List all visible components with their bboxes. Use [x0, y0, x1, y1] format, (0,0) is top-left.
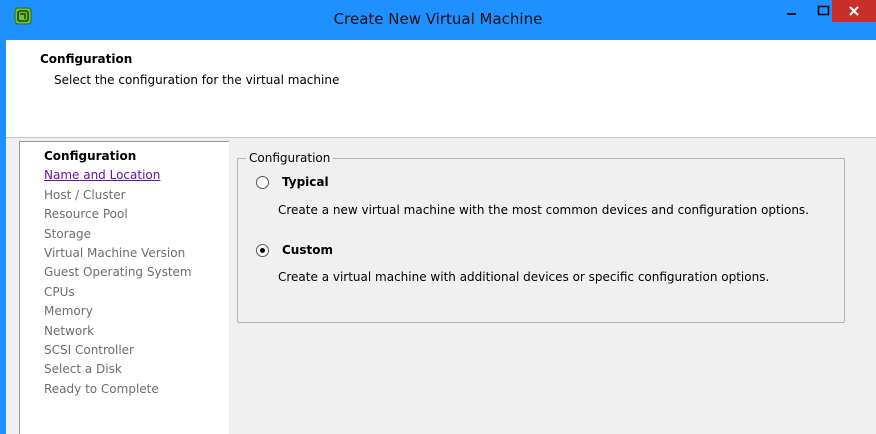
close-icon	[849, 6, 859, 16]
wizard-step-list: Configuration Name and Location Host / Clu…	[19, 141, 229, 434]
custom-description: Create a virtual machine with additional…	[278, 270, 770, 284]
typical-description: Create a new virtual machine with the mo…	[278, 203, 809, 217]
step-ready-to-complete: Ready to Complete	[44, 381, 159, 396]
step-memory: Memory	[44, 304, 93, 319]
step-storage: Storage	[44, 226, 91, 241]
step-list: Configuration Name and Location Host / Clu…	[44, 147, 192, 399]
configuration-groupbox: Configuration Typical Create a new virtu…	[237, 151, 845, 323]
page-subtitle: Select the configuration for the virtual…	[54, 73, 340, 87]
step-resource-pool: Resource Pool	[44, 207, 128, 222]
typical-option[interactable]: Typical	[256, 175, 329, 189]
step-scsi-controller: SCSI Controller	[44, 342, 134, 357]
step-configuration: Configuration	[44, 149, 137, 163]
close-button[interactable]	[832, 0, 876, 22]
step-select-a-disk: Select a Disk	[44, 362, 122, 377]
custom-option[interactable]: Custom	[256, 243, 333, 257]
wizard-header: Configuration Select the configuration f…	[6, 40, 876, 138]
step-cpus: CPUs	[44, 284, 75, 299]
window-title: Create New Virtual Machine	[333, 10, 543, 28]
typical-radio[interactable]	[256, 175, 269, 189]
wizard-body: Configuration Name and Location Host / Clu…	[6, 138, 876, 434]
minimize-button[interactable]	[776, 0, 808, 22]
create-vm-window: Create New Virtual Machine Configuration…	[0, 0, 876, 434]
groupbox-legend: Configuration	[246, 151, 334, 165]
typical-label[interactable]: Typical	[282, 175, 329, 189]
maximize-icon	[817, 5, 830, 16]
step-network: Network	[44, 323, 95, 338]
custom-radio[interactable]	[256, 243, 269, 257]
title-bar[interactable]: Create New Virtual Machine	[0, 0, 876, 40]
step-name-and-location[interactable]: Name and Location	[44, 166, 192, 185]
page-title: Configuration	[40, 52, 133, 66]
step-virtual-machine-version: Virtual Machine Version	[44, 245, 186, 260]
step-host-cluster: Host / Cluster	[44, 187, 126, 202]
custom-label[interactable]: Custom	[282, 243, 333, 257]
minimize-icon	[787, 13, 796, 15]
step-guest-operating-system: Guest Operating System	[44, 265, 192, 280]
